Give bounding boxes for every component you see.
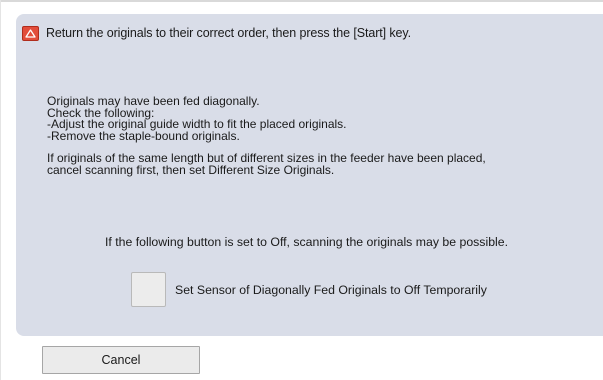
instructions: Originals may have been fed diagonally. … (47, 95, 486, 177)
error-message: Return the originals to their correct or… (46, 26, 411, 40)
warning-triangle-icon (22, 25, 39, 41)
left-divider (0, 0, 1, 380)
error-header: Return the originals to their correct or… (22, 24, 411, 42)
instruction-line: cancel scanning first, then set Differen… (47, 162, 335, 177)
off-note: If the following button is set to Off, s… (104, 235, 509, 249)
top-divider (0, 0, 603, 2)
diagonal-sensor-off-button[interactable] (131, 272, 166, 307)
diagonal-sensor-off-label: Set Sensor of Diagonally Fed Originals t… (175, 283, 487, 297)
error-screen: Return the originals to their correct or… (0, 0, 603, 380)
cancel-button[interactable]: Cancel (42, 346, 200, 374)
instruction-line: -Remove the staple-bound originals. (47, 128, 240, 143)
